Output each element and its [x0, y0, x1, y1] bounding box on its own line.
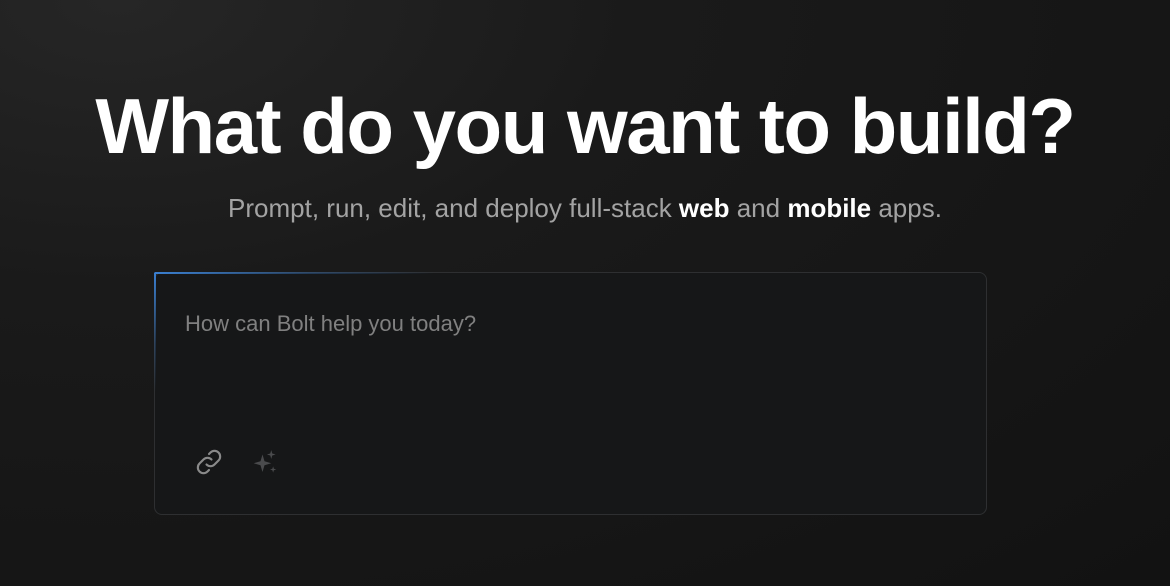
prompt-box	[154, 272, 987, 515]
enhance-prompt-button[interactable]	[248, 445, 282, 479]
subtitle-text-and: and	[729, 193, 788, 223]
subtitle-highlight-mobile: mobile	[787, 193, 872, 223]
subtitle-highlight-web: web	[678, 193, 730, 223]
page-subtitle: Prompt, run, edit, and deploy full-stack…	[0, 191, 1170, 225]
prompt-input[interactable]	[185, 309, 955, 429]
subtitle-text-prefix: Prompt, run, edit, and deploy full-stack	[228, 193, 679, 223]
attach-link-button[interactable]	[192, 445, 226, 479]
page-title: What do you want to build?	[95, 82, 1076, 170]
subtitle-text-suffix: apps.	[871, 193, 942, 223]
link-icon	[196, 449, 222, 475]
sparkles-icon	[253, 450, 277, 473]
prompt-focus-glow	[154, 272, 434, 274]
prompt-focus-glow-left	[154, 272, 156, 392]
